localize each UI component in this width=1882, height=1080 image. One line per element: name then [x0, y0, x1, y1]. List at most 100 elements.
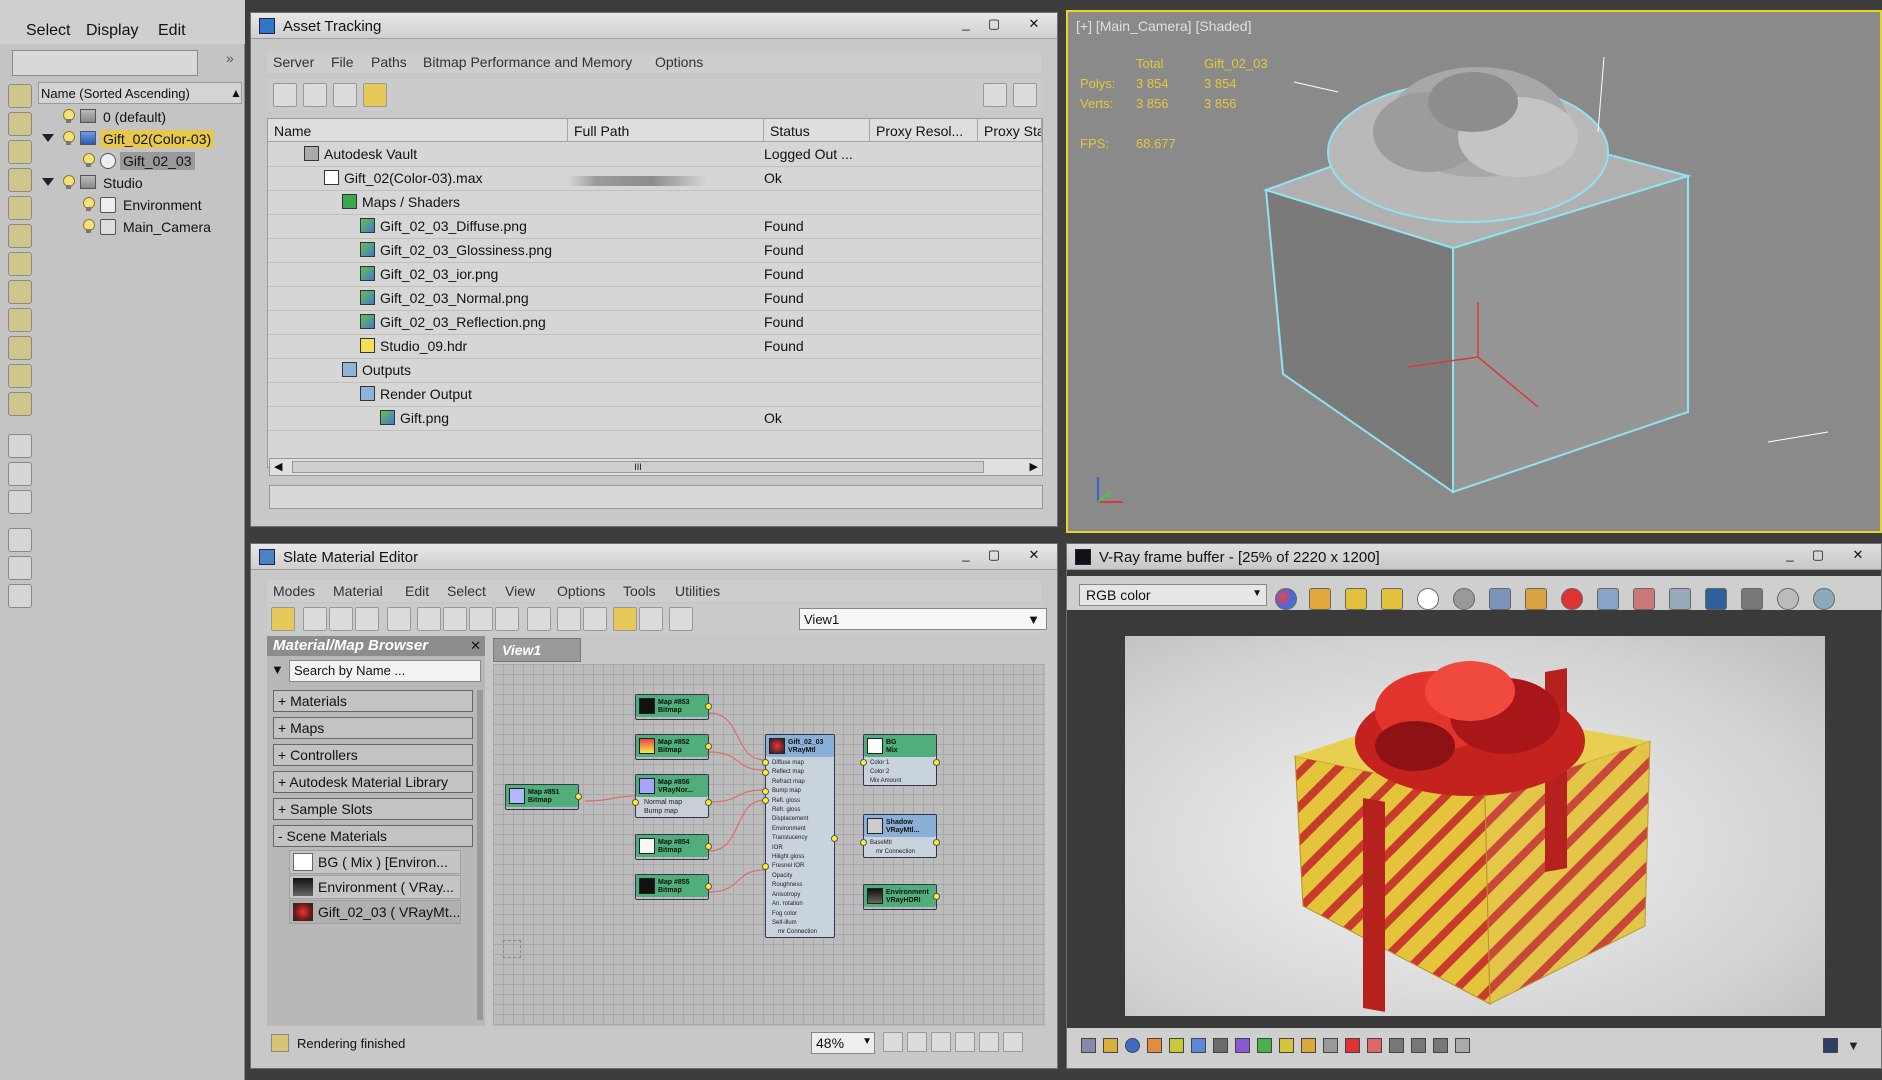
table-row[interactable]: Gift.png Ok	[268, 407, 1042, 431]
slot-label[interactable]: Diffuse map	[766, 759, 834, 768]
table-row[interactable]: Studio_09.hdr Found	[268, 335, 1042, 359]
menu-tools[interactable]: Tools	[623, 583, 656, 599]
scene-material-item[interactable]: Gift_02_03 ( VRayMt...	[289, 900, 461, 924]
slot-label[interactable]: Roughness	[766, 881, 834, 890]
parameter-editor-toggle-icon[interactable]	[639, 607, 663, 631]
scene-material-item[interactable]: Environment ( VRay...	[289, 875, 461, 899]
layout-children-icon[interactable]	[557, 607, 581, 631]
node-map852[interactable]: Map #852 Bitmap	[635, 734, 712, 760]
slot-label[interactable]: Fog color	[766, 910, 834, 919]
clear-image-icon[interactable]	[1561, 588, 1583, 610]
scroll-right-icon[interactable]: ▶	[1030, 460, 1038, 473]
history-icon[interactable]	[1081, 1038, 1096, 1053]
input-port[interactable]	[860, 759, 867, 766]
slot-label[interactable]: Refr. gloss	[766, 806, 834, 815]
render-last-icon[interactable]	[1705, 588, 1727, 610]
menu-modes[interactable]: Modes	[273, 583, 315, 599]
tree-item-default-layer[interactable]: 0 (default)	[38, 106, 242, 128]
select-all-icon[interactable]	[8, 434, 32, 458]
pick-material-icon[interactable]	[303, 607, 327, 631]
browser-close-icon[interactable]: ✕	[470, 638, 481, 654]
green-channel-icon[interactable]	[1345, 588, 1367, 610]
pixel-aspect-icon[interactable]	[1433, 1038, 1448, 1053]
menu-display[interactable]: Display	[86, 22, 138, 40]
slot-label[interactable]: Opacity	[766, 872, 834, 881]
expand-arrow-icon[interactable]: »	[226, 50, 234, 66]
slot-label[interactable]: Hilight gloss	[766, 853, 834, 862]
rollout-scene-materials[interactable]: - Scene Materials	[273, 825, 473, 847]
column-header-full-path[interactable]: Full Path	[568, 119, 764, 142]
node-map853[interactable]: Map #853 Bitmap	[635, 694, 712, 720]
menu-file[interactable]: File	[331, 54, 354, 70]
column-header-name[interactable]: Name	[268, 119, 568, 142]
tree-item-environment[interactable]: Environment	[38, 194, 242, 216]
maximize-button[interactable]: ▢	[983, 17, 1005, 33]
table-view-icon[interactable]	[363, 83, 387, 107]
slot-label[interactable]: Displacement	[766, 815, 834, 824]
table-row[interactable]: Outputs	[268, 359, 1042, 383]
collapse-arrow-icon[interactable]	[42, 134, 54, 142]
save-image-icon[interactable]	[1489, 588, 1511, 610]
output-port[interactable]	[831, 835, 838, 842]
input-port[interactable]	[632, 799, 639, 806]
slot-label[interactable]: Mix Amount	[870, 777, 901, 786]
rendered-image[interactable]	[1125, 636, 1825, 1016]
teapot-render-icon[interactable]	[1813, 588, 1835, 610]
color-balance-icon[interactable]	[1275, 588, 1297, 610]
scene-material-item[interactable]: BG ( Mix ) [Environ...	[289, 850, 461, 874]
help-icon[interactable]	[983, 83, 1007, 107]
sync-selection-icon[interactable]	[8, 584, 32, 608]
link-to-vfb-icon[interactable]	[1741, 588, 1763, 610]
load-image-icon[interactable]	[1525, 588, 1547, 610]
delete-icon[interactable]	[387, 607, 411, 631]
table-row[interactable]: Gift_02_03_Diffuse.png Found	[268, 215, 1042, 239]
chevron-down-icon[interactable]: ▼	[1847, 1038, 1862, 1053]
select-invert-icon[interactable]	[8, 490, 32, 514]
levels-icon[interactable]	[1103, 1038, 1118, 1053]
browser-scrollbar[interactable]	[477, 690, 483, 1020]
close-button[interactable]: ✕	[1847, 548, 1869, 564]
display-groups-icon[interactable]	[8, 280, 32, 304]
tree-item-studio-layer[interactable]: Studio	[38, 172, 242, 194]
curve-icon[interactable]	[1235, 1038, 1250, 1053]
compare-a-icon[interactable]	[1345, 1038, 1360, 1053]
expand-panel-icon[interactable]	[1823, 1038, 1838, 1053]
node-map851[interactable]: Map #851 Bitmap	[505, 784, 582, 810]
column-header-status[interactable]: Status	[764, 119, 870, 142]
display-cameras-icon[interactable]	[8, 196, 32, 220]
bulb-icon[interactable]	[82, 153, 95, 168]
table-row[interactable]: Render Output	[268, 383, 1042, 407]
pan-to-selected-icon[interactable]	[1003, 1032, 1023, 1052]
vertical-wipe-icon[interactable]	[1411, 1038, 1426, 1053]
tab-view1[interactable]: View1	[493, 638, 581, 662]
slot-label[interactable]: Bump map	[766, 787, 834, 796]
duplicate-to-mtl-editor-icon[interactable]	[1597, 588, 1619, 610]
horizontal-scrollbar[interactable]: ◀ III ▶	[269, 458, 1043, 476]
output-port[interactable]	[705, 883, 712, 890]
histogram-icon[interactable]	[1213, 1038, 1228, 1053]
rollout-maps[interactable]: + Maps	[273, 717, 473, 739]
collapse-arrow-icon[interactable]	[42, 178, 54, 186]
menu-material[interactable]: Material	[333, 583, 383, 599]
zoom-icon[interactable]	[907, 1032, 927, 1052]
close-button[interactable]: ✕	[1023, 548, 1045, 564]
white-balance-icon[interactable]	[1191, 1038, 1206, 1053]
output-port[interactable]	[705, 703, 712, 710]
context-help-icon[interactable]	[1013, 83, 1037, 107]
zoom-field[interactable]: 48% ▼	[811, 1032, 875, 1054]
bulb-icon[interactable]	[62, 109, 75, 124]
output-port[interactable]	[933, 893, 940, 900]
icc-icon[interactable]	[1301, 1038, 1316, 1053]
menu-select[interactable]: Select	[26, 22, 70, 40]
menu-options[interactable]: Options	[557, 583, 605, 599]
menu-utilities[interactable]: Utilities	[675, 583, 720, 599]
table-row[interactable]: Gift_02_03_Normal.png Found	[268, 287, 1042, 311]
input-port[interactable]	[762, 769, 769, 776]
table-row[interactable]: Maps / Shaders	[268, 191, 1042, 215]
scroll-left-icon[interactable]: ◀	[274, 460, 282, 473]
slot-label[interactable]: Refl. gloss	[766, 797, 834, 806]
input-port[interactable]	[762, 863, 769, 870]
tree-item-gift-layer[interactable]: Gift_02(Color-03)	[38, 128, 242, 150]
maximize-button[interactable]: ▢	[983, 548, 1005, 564]
vfb-titlebar[interactable]: V-Ray frame buffer - [25% of 2220 x 1200…	[1067, 544, 1881, 570]
